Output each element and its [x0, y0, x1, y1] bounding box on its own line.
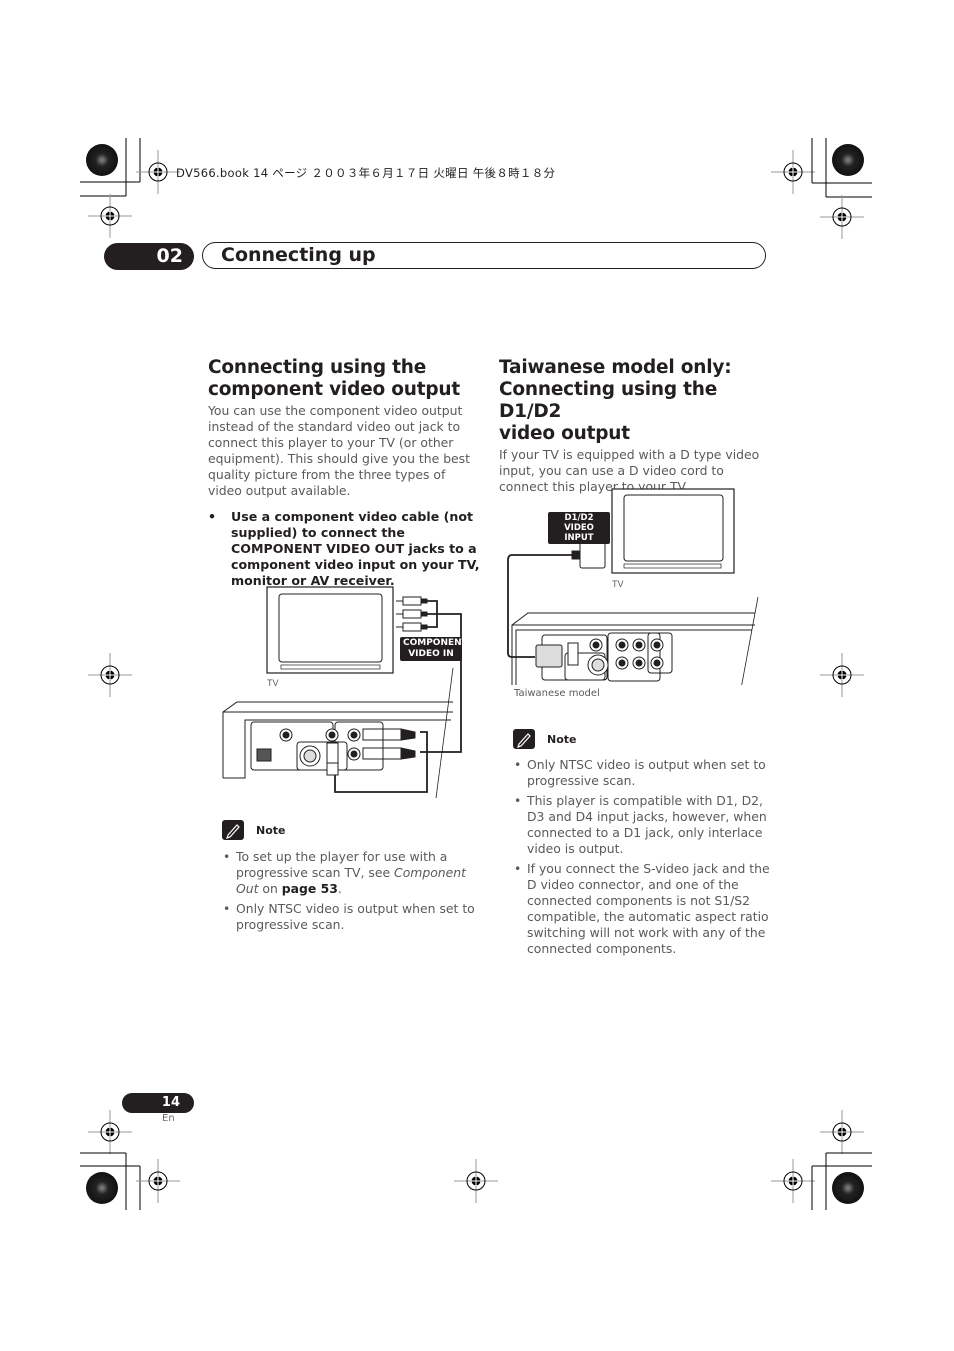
- color-target-bottom-left: [86, 1172, 118, 1204]
- note-label: Note: [256, 823, 286, 837]
- left-note: Note To set up the player for use with a…: [222, 820, 480, 937]
- note-item: This player is compatible with D1, D2, D…: [513, 793, 771, 857]
- section-heading-d1d2: Taiwanese model only: Connecting using t…: [499, 357, 771, 445]
- note-item: If you connect the S-video jack and the …: [513, 861, 771, 957]
- heading-line: Connecting using the: [208, 357, 427, 378]
- color-target-bottom-right: [832, 1172, 864, 1204]
- note-item: To set up the player for use with a prog…: [222, 849, 480, 897]
- note-item: Only NTSC video is output when set to pr…: [513, 757, 771, 789]
- print-marks: [80, 138, 872, 1210]
- chapter-title: Connecting up: [221, 244, 376, 266]
- heading-line: Taiwanese model only:: [499, 357, 732, 378]
- d-video-cable: [507, 554, 572, 658]
- print-header: DV566.book 14 ページ ２００３年６月１７日 火曜日 午後８時１８分: [176, 166, 556, 180]
- right-note: Note Only NTSC video is output when set …: [513, 729, 771, 961]
- section-heading-component: Connecting using the component video out…: [208, 357, 480, 401]
- left-section: Connecting using the component video out…: [208, 357, 480, 589]
- component-connection-diagram: TV: [222, 586, 462, 799]
- rca-plugs-tv: [396, 596, 428, 632]
- note-text: on: [258, 881, 282, 896]
- d-connector-player: [535, 644, 563, 668]
- heading-line: video output: [499, 423, 630, 444]
- chapter-number-badge: 02: [104, 243, 194, 270]
- d1d2-video-input-label: D1/D2 VIDEO INPUT: [548, 512, 610, 544]
- component-video-in-label: COMPONENT VIDEO IN: [400, 637, 468, 661]
- note-text: .: [337, 881, 342, 896]
- heading-line: Connecting using the D1/D2: [499, 379, 718, 422]
- tv-illustration: [611, 488, 735, 574]
- pencil-icon: [222, 820, 244, 840]
- diagram-caption: Taiwanese model: [514, 688, 600, 699]
- note-list: To set up the player for use with a prog…: [222, 849, 480, 933]
- page-language: En: [162, 1113, 175, 1124]
- label-line: VIDEO IN: [408, 649, 454, 659]
- intro-paragraph: You can use the component video output i…: [208, 403, 470, 498]
- note-header: Note: [513, 729, 771, 749]
- note-label: Note: [547, 732, 577, 746]
- tv-illustration: [266, 586, 394, 674]
- page-number-badge: 14: [122, 1093, 194, 1113]
- tv-label: TV: [267, 678, 279, 688]
- bullet: •: [208, 509, 217, 524]
- rca-plugs-player: [326, 728, 416, 776]
- d1d2-connection-diagram: TV: [507, 488, 759, 685]
- instruction-step: • Use a component video cable (not suppl…: [208, 509, 480, 589]
- heading-line: component video output: [208, 379, 460, 400]
- label-line: D1/D2: [564, 513, 594, 523]
- d-connector-tv: [571, 541, 606, 569]
- label-line: COMPONENT: [403, 638, 468, 648]
- tv-label: TV: [612, 579, 624, 589]
- label-line: VIDEO INPUT: [564, 523, 594, 543]
- color-target-top-left: [86, 144, 118, 176]
- note-header: Note: [222, 820, 480, 840]
- note-item: Only NTSC video is output when set to pr…: [222, 901, 480, 933]
- pencil-icon: [513, 729, 535, 749]
- right-section: Taiwanese model only: Connecting using t…: [499, 357, 771, 495]
- instruction-text: Use a component video cable (not supplie…: [231, 509, 480, 588]
- note-list: Only NTSC video is output when set to pr…: [513, 757, 771, 957]
- color-target-top-right: [832, 144, 864, 176]
- page-reference-link[interactable]: page 53: [282, 881, 338, 896]
